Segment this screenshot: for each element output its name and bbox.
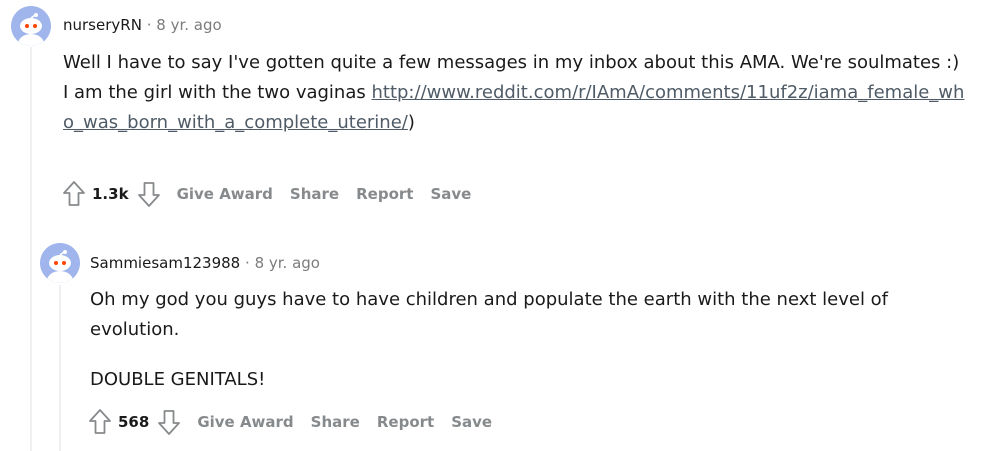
meta-separator: · — [245, 254, 250, 272]
upvote-icon[interactable] — [88, 408, 112, 436]
comment-paragraph: Oh my god you guys have to have children… — [90, 289, 889, 340]
avatar[interactable] — [11, 6, 51, 46]
comment-paragraph: DOUBLE GENITALS! — [90, 369, 266, 390]
downvote-icon[interactable] — [157, 408, 181, 436]
timestamp[interactable]: 8 yr. ago — [255, 254, 320, 272]
vote-score: 1.3k — [92, 185, 129, 203]
vote-score: 568 — [118, 413, 150, 431]
reply-comment: Sammiesam123988 · 8 yr. ago Oh my god yo… — [0, 230, 994, 451]
give-award-button[interactable]: Give Award — [177, 185, 273, 203]
snoo-avatar-icon — [11, 6, 51, 46]
author-name[interactable]: Sammiesam123988 — [90, 254, 240, 272]
save-button[interactable]: Save — [451, 413, 492, 431]
upvote-icon[interactable] — [62, 180, 86, 208]
comment-meta: nurseryRN · 8 yr. ago — [63, 15, 222, 35]
comment-meta: Sammiesam123988 · 8 yr. ago — [90, 253, 320, 273]
timestamp[interactable]: 8 yr. ago — [156, 16, 221, 34]
comment-text: Well I have to say I've gotten quite a f… — [63, 48, 968, 138]
avatar[interactable] — [40, 243, 80, 283]
report-button[interactable]: Report — [377, 413, 434, 431]
comment-actions: 1.3k Give Award Share Report Save — [62, 178, 488, 210]
comment: nurseryRN · 8 yr. ago Well I have to say… — [0, 0, 994, 220]
report-button[interactable]: Report — [356, 185, 413, 203]
save-button[interactable]: Save — [430, 185, 471, 203]
give-award-button[interactable]: Give Award — [197, 413, 293, 431]
comment-body: Oh my god you guys have to have children… — [90, 285, 920, 395]
downvote-icon[interactable] — [137, 180, 161, 208]
comment-body: Well I have to say I've gotten quite a f… — [63, 48, 968, 138]
share-button[interactable]: Share — [290, 185, 339, 203]
comment-actions: 568 Give Award Share Report Save — [88, 406, 509, 438]
share-button[interactable]: Share — [311, 413, 360, 431]
meta-separator: · — [146, 16, 152, 34]
link-close-paren: ) — [407, 112, 415, 133]
snoo-avatar-icon — [40, 243, 80, 283]
author-name[interactable]: nurseryRN — [63, 16, 142, 34]
